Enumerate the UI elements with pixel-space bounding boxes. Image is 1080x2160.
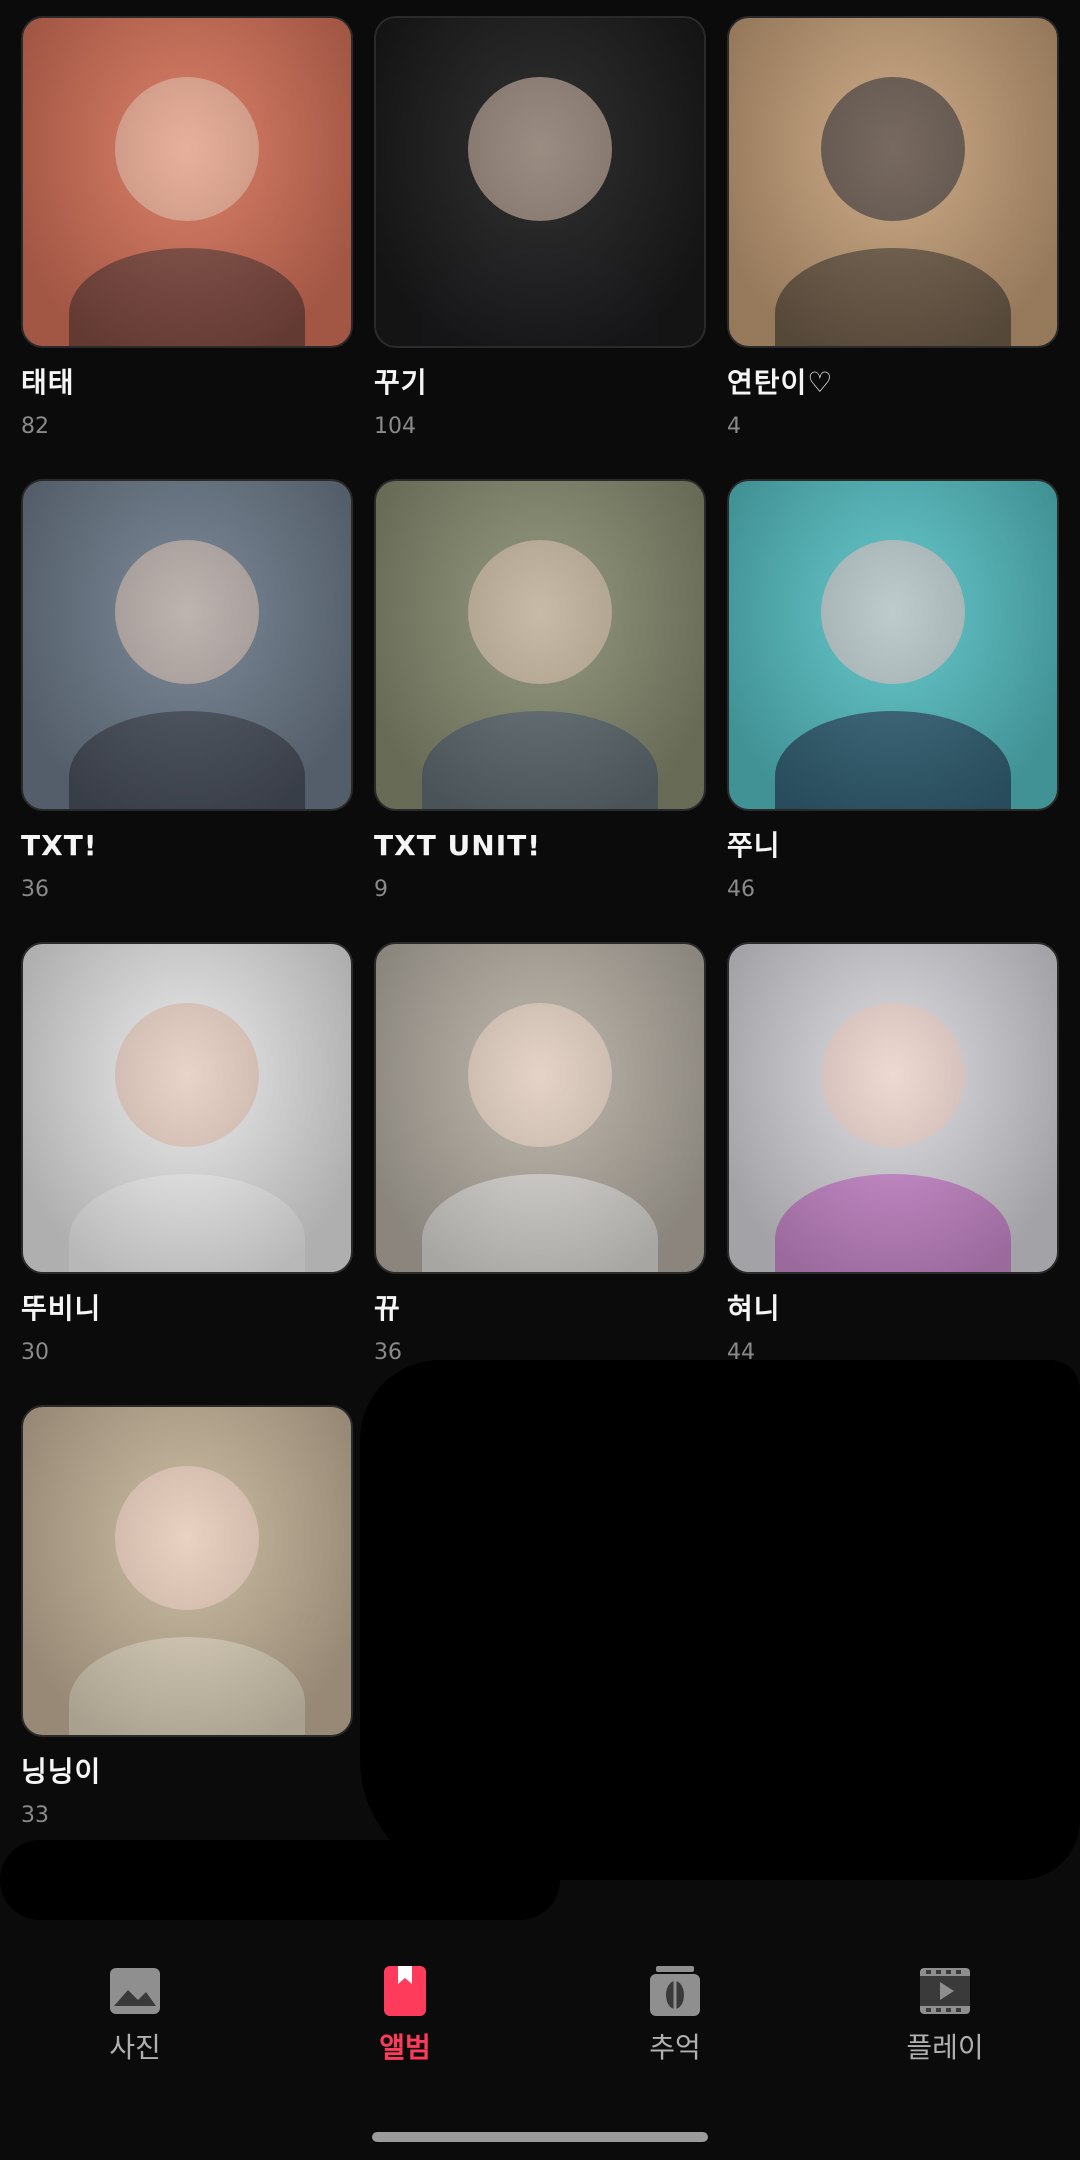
album-thumbnail[interactable] [21, 1405, 353, 1737]
album-card[interactable]: 닝닝이 33 [21, 1405, 353, 1829]
album-name: 연탄이♡ [727, 366, 834, 399]
bottom-navigation: 사진 앨범 추억 플레이 [0, 1940, 1080, 2090]
memories-icon [650, 1966, 700, 2016]
nav-label: 추억 [649, 2031, 701, 2064]
nav-photos[interactable]: 사진 [35, 1940, 235, 2064]
nav-albums[interactable]: 앨범 [305, 1940, 505, 2064]
album-name: 닝닝이 [21, 1755, 102, 1788]
album-card[interactable]: 연탄이♡ 4 [727, 16, 1059, 440]
album-thumbnail[interactable] [727, 16, 1059, 348]
album-thumbnail[interactable] [21, 479, 353, 811]
album-name: 쭈니 [727, 829, 781, 862]
album-card[interactable]: 태태 82 [21, 16, 353, 440]
nav-memories[interactable]: 추억 [575, 1940, 775, 2064]
album-name: 태태 [21, 366, 75, 399]
album-thumbnail[interactable] [374, 942, 706, 1274]
play-film-icon [920, 1968, 970, 2014]
album-name: 뚜비니 [21, 1292, 102, 1325]
album-name: TXT! [21, 829, 98, 862]
photo-icon [110, 1968, 160, 2014]
album-card[interactable]: TXT UNIT! 9 [374, 479, 706, 903]
album-count: 9 [374, 877, 388, 902]
album-count: 4 [727, 414, 741, 439]
album-count: 104 [374, 414, 416, 439]
album-thumbnail[interactable] [21, 942, 353, 1274]
album-name: TXT UNIT! [374, 829, 541, 862]
album-bookmark-icon [384, 1966, 426, 2016]
redacted-area [0, 1840, 560, 1920]
album-thumbnail[interactable] [727, 942, 1059, 1274]
album-card[interactable]: 뚜비니 30 [21, 942, 353, 1366]
album-thumbnail[interactable] [727, 479, 1059, 811]
album-card[interactable]: TXT! 36 [21, 479, 353, 903]
album-name: 혀니 [727, 1292, 781, 1325]
nav-play[interactable]: 플레이 [845, 1940, 1045, 2064]
nav-label: 앨범 [379, 2031, 431, 2064]
album-count: 33 [21, 1803, 49, 1828]
album-count: 36 [21, 877, 49, 902]
album-card[interactable]: 혀니 44 [727, 942, 1059, 1366]
album-count: 46 [727, 877, 755, 902]
album-card[interactable]: 쭈니 46 [727, 479, 1059, 903]
nav-label: 사진 [109, 2031, 161, 2064]
album-count: 82 [21, 414, 49, 439]
album-count: 30 [21, 1340, 49, 1365]
nav-label: 플레이 [906, 2031, 984, 2064]
album-name: 뀨 [374, 1292, 401, 1325]
album-thumbnail[interactable] [374, 479, 706, 811]
album-name: 꾸기 [374, 366, 428, 399]
redacted-area [360, 1360, 1080, 1880]
album-thumbnail[interactable] [374, 16, 706, 348]
album-thumbnail[interactable] [21, 16, 353, 348]
album-card[interactable]: 꾸기 104 [374, 16, 706, 440]
home-indicator[interactable] [372, 2132, 708, 2142]
album-card[interactable]: 뀨 36 [374, 942, 706, 1366]
